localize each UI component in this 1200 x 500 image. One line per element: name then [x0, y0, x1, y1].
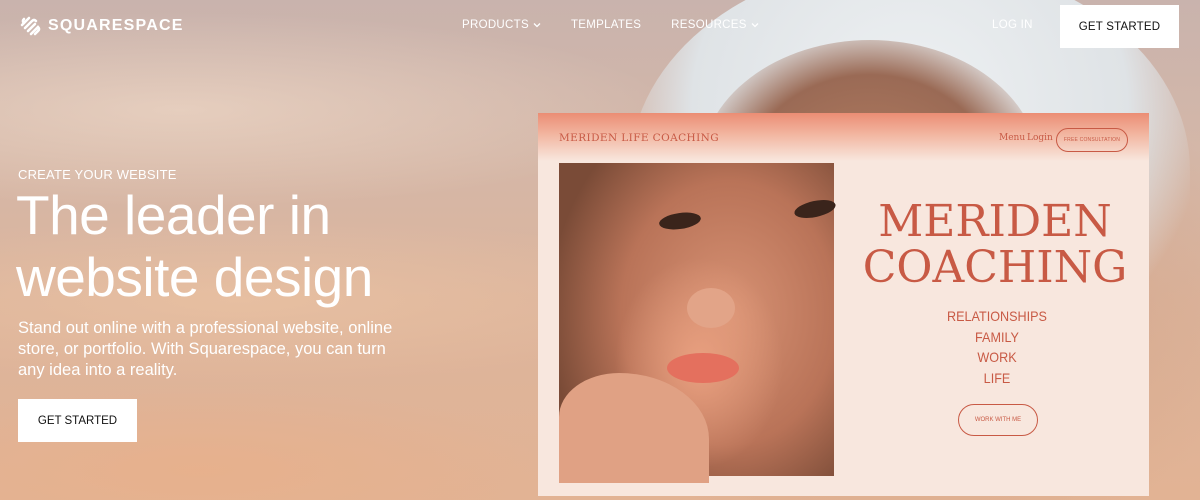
squarespace-logo[interactable]: SQUARESPACE — [18, 14, 184, 38]
template-preview[interactable]: MERIDEN LIFE COACHING Menu Login FREE CO… — [538, 113, 1149, 496]
preview-portrait-image — [559, 163, 838, 483]
hero-subtext: Stand out online with a professional web… — [18, 319, 393, 379]
chevron-down-icon — [533, 23, 541, 28]
portrait-lips — [667, 353, 739, 383]
portrait-hand — [559, 373, 709, 483]
hero-headline: The leader in website design — [16, 184, 373, 308]
portrait-eye — [792, 196, 838, 222]
nav-products-label: PRODUCTS — [462, 19, 529, 31]
nav-resources[interactable]: RESOURCES — [671, 19, 759, 31]
top-nav: SQUARESPACE PRODUCTS TEMPLATES RESOURCES… — [0, 0, 1200, 52]
preview-work-with-me-button: WORK WITH ME — [958, 404, 1038, 436]
squarespace-logo-icon — [20, 16, 41, 36]
preview-login-link: Login — [1027, 133, 1053, 143]
chevron-down-icon — [751, 23, 759, 28]
preview-menu-link: Menu — [999, 133, 1026, 143]
preview-topic: RELATIONSHIPS — [947, 308, 1047, 324]
preview-title: MERIDEN COACHING — [850, 199, 1140, 291]
preview-topic: FAMILY — [975, 328, 1019, 345]
nav-products[interactable]: PRODUCTS — [462, 19, 541, 31]
preview-title-line: MERIDEN — [878, 196, 1112, 247]
logo-text: SQUARESPACE — [48, 17, 184, 34]
hero-get-started-button[interactable]: GET STARTED — [18, 399, 137, 442]
nav-resources-label: RESOURCES — [671, 19, 747, 31]
preview-consultation-button: FREE CONSULTATION — [1056, 128, 1128, 152]
login-link[interactable]: LOG IN — [992, 19, 1033, 31]
preview-topic: WORK — [977, 349, 1017, 365]
preview-title-line: COACHING — [862, 242, 1128, 293]
preview-topic-list: RELATIONSHIPS FAMILY WORK LIFE — [893, 306, 1101, 388]
nav-get-started-button[interactable]: GET STARTED — [1060, 5, 1179, 48]
nav-links: PRODUCTS TEMPLATES RESOURCES — [462, 19, 759, 31]
portrait-nose — [687, 288, 735, 328]
hero-eyebrow: CREATE YOUR WEBSITE — [18, 167, 177, 182]
preview-brand: MERIDEN LIFE COACHING — [559, 132, 720, 144]
nav-templates[interactable]: TEMPLATES — [571, 19, 641, 31]
preview-topic: LIFE — [983, 369, 1011, 386]
nav-templates-label: TEMPLATES — [570, 19, 642, 31]
portrait-eye — [658, 210, 702, 232]
